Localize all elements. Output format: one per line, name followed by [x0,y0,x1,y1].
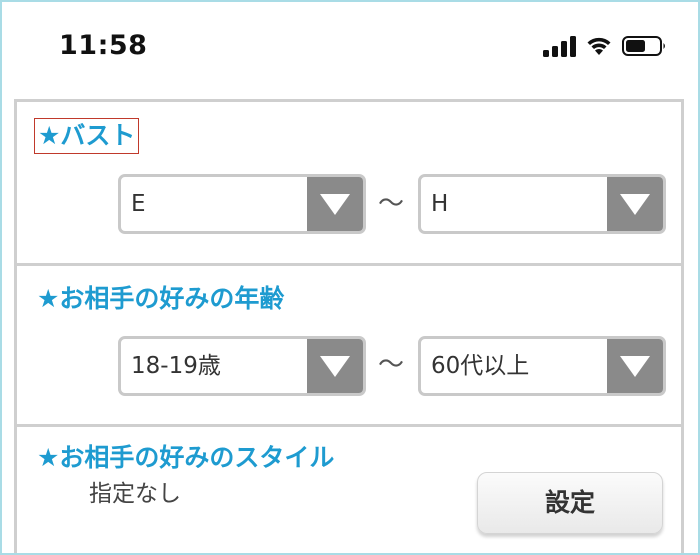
chevron-down-icon [307,339,363,393]
bust-min-select[interactable]: E [118,174,366,234]
bust-min-value: E [131,191,146,217]
style-setting-button[interactable]: 設定 [477,472,663,534]
range-separator: 〜 [378,189,405,219]
bust-section: ★バスト E 〜 H [17,102,681,262]
chevron-down-icon [607,177,663,231]
age-max-select[interactable]: 60代以上 [418,336,666,396]
cellular-signal-icon [543,36,576,57]
age-title: ★お相手の好みの年齢 [37,284,285,313]
phone-screen: 11:58 ★バスト E 〜 H ★お相手の好みの年齢 18-19歳 〜 60代… [0,0,700,555]
bust-title: ★バスト [34,118,140,154]
wifi-icon [587,37,611,55]
age-min-value: 18-19歳 [131,353,221,379]
preference-panel: ★バスト E 〜 H ★お相手の好みの年齢 18-19歳 〜 60代以上 ★お相… [14,99,684,553]
chevron-down-icon [307,177,363,231]
bust-max-select[interactable]: H [418,174,666,234]
status-time: 11:58 [59,30,148,61]
range-separator: 〜 [378,350,405,380]
chevron-down-icon [607,339,663,393]
status-bar: 11:58 [2,2,698,90]
style-title: ★お相手の好みのスタイル [37,443,335,472]
battery-icon [622,36,665,56]
style-section: ★お相手の好みのスタイル 指定なし 設定 [17,427,681,553]
age-min-select[interactable]: 18-19歳 [118,336,366,396]
style-value: 指定なし [89,481,181,507]
age-section: ★お相手の好みの年齢 18-19歳 〜 60代以上 [17,266,681,424]
age-max-value: 60代以上 [431,353,530,379]
bust-max-value: H [431,191,449,217]
